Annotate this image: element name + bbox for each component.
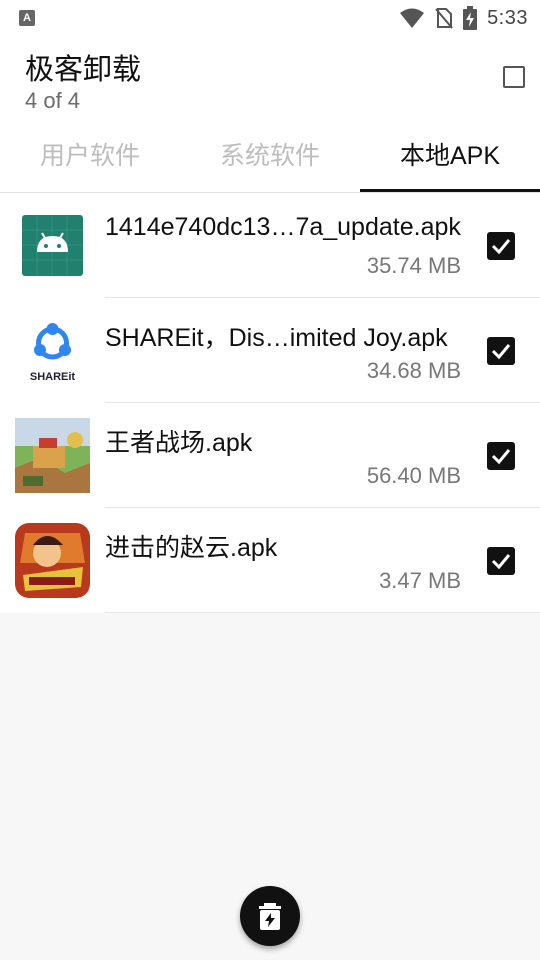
checked-checkbox[interactable] (487, 442, 515, 470)
divider (105, 612, 540, 613)
game-icon (15, 523, 90, 598)
list-item[interactable]: SHAREit SHAREit，Dis…imited Joy.apk 34.68… (0, 298, 540, 403)
select-all-checkbox[interactable] (503, 66, 525, 88)
file-size: 35.74 MB (366, 253, 461, 278)
status-time: 5:33 (487, 6, 528, 29)
uninstall-fab[interactable] (240, 886, 300, 946)
file-size: 34.68 MB (366, 358, 461, 383)
file-name: SHAREit，Dis…imited Joy.apk (105, 324, 448, 352)
list-item[interactable]: 1414e740dc13…7a_update.apk 35.74 MB (0, 193, 540, 298)
list-item[interactable]: 进击的赵云.apk 3.47 MB (0, 508, 540, 613)
list-item[interactable]: 王者战场.apk 56.40 MB (0, 403, 540, 508)
file-size: 3.47 MB (379, 568, 461, 593)
checked-checkbox[interactable] (487, 337, 515, 365)
tab-system-apps[interactable]: 系统软件 (180, 128, 360, 192)
selection-count: 4 of 4 (25, 88, 81, 113)
delete-icon (259, 903, 281, 930)
status-bar: A 5:33 (0, 0, 540, 36)
tab-user-apps[interactable]: 用户软件 (0, 128, 180, 192)
game-icon (15, 418, 90, 493)
page-title: 极客卸载 (25, 54, 142, 86)
shareit-icon: SHAREit (15, 313, 90, 388)
checked-checkbox[interactable] (487, 232, 515, 260)
checked-checkbox[interactable] (487, 547, 515, 575)
apk-list: 1414e740dc13…7a_update.apk 35.74 MB SHAR… (0, 193, 540, 613)
file-size: 56.40 MB (366, 463, 461, 488)
no-sim-icon (435, 8, 453, 29)
file-name: 进击的赵云.apk (105, 534, 278, 562)
wifi-icon (400, 8, 425, 28)
file-name: 1414e740dc13…7a_update.apk (105, 213, 461, 241)
android-icon (22, 215, 83, 276)
tab-indicator (360, 189, 540, 192)
tab-local-apk[interactable]: 本地APK (360, 128, 540, 192)
battery-charging-icon (463, 6, 478, 30)
shareit-logo-text: SHAREit (29, 371, 76, 383)
app-header: 极客卸载 4 of 4 (0, 36, 540, 128)
tab-bar: 用户软件 系统软件 本地APK (0, 128, 540, 193)
file-name: 王者战场.apk (105, 429, 253, 457)
notification-icon: A (19, 10, 35, 26)
